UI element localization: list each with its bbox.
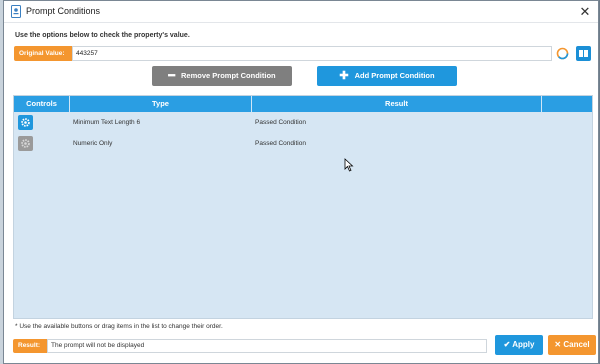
apply-button-label: Apply	[512, 340, 535, 349]
mouse-cursor-icon	[344, 158, 354, 172]
check-icon: ✔	[503, 340, 513, 349]
conditions-grid: Controls Type Result Minimum Text Length…	[13, 95, 593, 319]
apply-button[interactable]: ✔ Apply	[495, 335, 543, 355]
original-value-label: Original Value:	[14, 46, 72, 61]
plus-icon: ✚	[339, 70, 349, 82]
result-value: The prompt will not be displayed	[47, 339, 487, 353]
instructions-text: Use the options below to check the prope…	[15, 32, 190, 39]
minus-icon: ━	[168, 70, 176, 82]
remove-prompt-condition-button[interactable]: ━ Remove Prompt Condition	[152, 66, 292, 86]
row-settings-button[interactable]	[18, 136, 33, 151]
cancel-x-icon: ✕	[554, 340, 564, 349]
row-result-cell: Passed Condition	[255, 140, 306, 147]
row-type-cell: Numeric Only	[73, 140, 113, 147]
refresh-icon[interactable]	[555, 46, 570, 61]
gear-icon	[21, 118, 30, 127]
grid-header: Controls Type Result	[14, 96, 592, 112]
prompt-conditions-dialog: Prompt Conditions ✕ Use the options belo…	[3, 0, 599, 364]
column-header-result[interactable]: Result	[252, 96, 542, 112]
desktop-background: Prompt Conditions ✕ Use the options belo…	[0, 0, 600, 364]
book-icon	[579, 50, 588, 57]
table-row[interactable]: Minimum Text Length 6 Passed Condition	[14, 113, 592, 133]
gear-icon	[21, 139, 30, 148]
column-header-type[interactable]: Type	[70, 96, 252, 112]
document-icon	[11, 5, 21, 18]
title-bar[interactable]: Prompt Conditions ✕	[4, 1, 598, 23]
row-result-cell: Passed Condition	[255, 119, 306, 126]
close-icon: ✕	[579, 4, 591, 19]
add-prompt-condition-button[interactable]: ✚ Add Prompt Condition	[317, 66, 457, 86]
cancel-button[interactable]: ✕ Cancel	[548, 335, 596, 355]
cancel-button-label: Cancel	[563, 340, 590, 349]
row-settings-button[interactable]	[18, 115, 33, 130]
close-button[interactable]: ✕	[576, 3, 594, 21]
row-type-cell: Minimum Text Length 6	[73, 119, 141, 126]
remove-button-label: Remove Prompt Condition	[181, 71, 276, 80]
result-label: Result:	[13, 339, 47, 353]
add-button-label: Add Prompt Condition	[354, 71, 435, 80]
table-row[interactable]: Numeric Only Passed Condition	[14, 134, 592, 154]
footnote-text: * Use the available buttons or drag item…	[15, 323, 223, 330]
book-button[interactable]	[576, 46, 591, 61]
column-header-controls[interactable]: Controls	[14, 96, 70, 112]
window-title: Prompt Conditions	[26, 6, 101, 16]
original-value-input[interactable]	[72, 46, 552, 61]
column-header-extra	[542, 96, 592, 112]
